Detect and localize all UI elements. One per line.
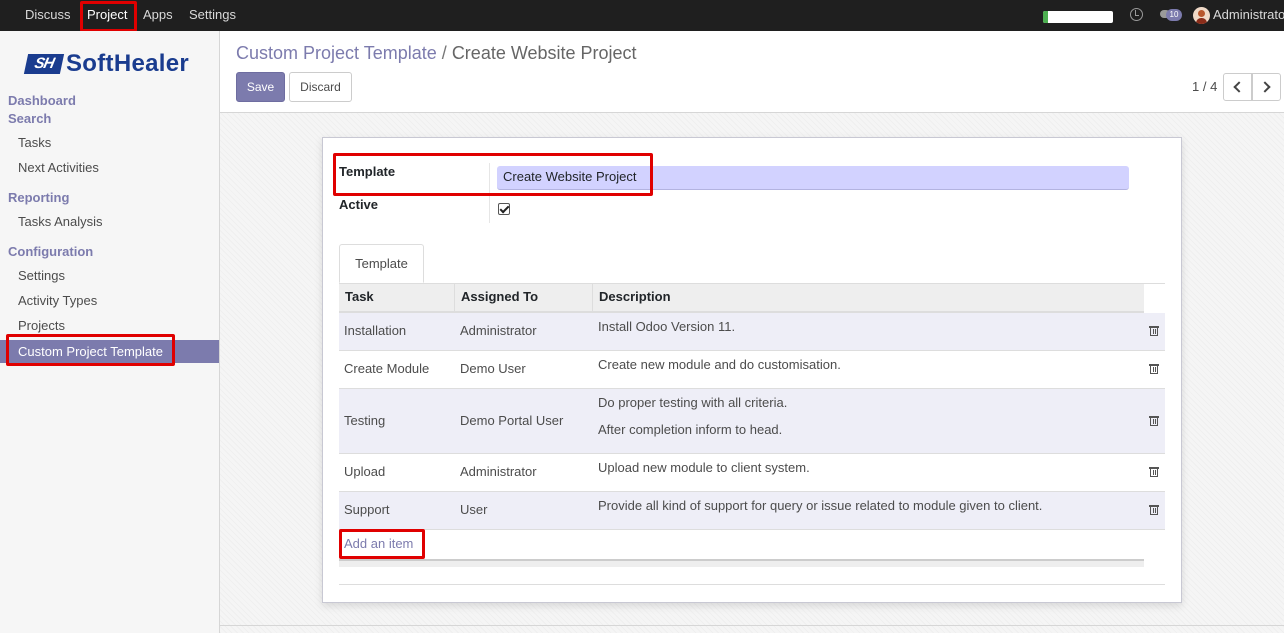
- description-cell-line-2: After completion inform to head.: [598, 422, 783, 437]
- description-cell: Install Odoo Version 11.: [598, 319, 736, 334]
- trash-icon[interactable]: [1149, 466, 1159, 477]
- assigned-cell: Demo Portal User: [460, 413, 564, 428]
- sidebar-section-search: Search: [8, 111, 52, 126]
- description-cell: Create new module and do customisation.: [598, 357, 841, 372]
- clock-icon[interactable]: [1130, 8, 1143, 21]
- progress-bar: [1043, 11, 1113, 23]
- trash-icon[interactable]: [1149, 504, 1159, 515]
- sidebar-item-settings[interactable]: Settings: [18, 268, 65, 283]
- sidebar-item-activity-types[interactable]: Activity Types: [18, 293, 97, 308]
- logo-text: SoftHealer: [66, 50, 190, 77]
- breadcrumb-parent[interactable]: Custom Project Template: [236, 43, 437, 63]
- softhealer-logo: SH SoftHealer: [23, 50, 190, 77]
- table-end-divider: [339, 584, 1165, 585]
- column-task[interactable]: Task: [339, 284, 455, 311]
- trash-icon[interactable]: [1149, 415, 1159, 426]
- assigned-cell: Demo User: [460, 361, 526, 376]
- progress-fill: [1043, 11, 1048, 23]
- chevron-left-icon: [1233, 81, 1245, 93]
- template-label: Template: [339, 164, 396, 179]
- table-row[interactable]: Upload Administrator Upload new module t…: [339, 454, 1165, 492]
- pager-next-button[interactable]: [1252, 73, 1281, 101]
- sidebar-item-tasks-analysis[interactable]: Tasks Analysis: [18, 214, 103, 229]
- table-footer: [339, 559, 1144, 567]
- sidebar-item-label: Custom Project Template: [18, 344, 163, 359]
- sidebar-item-tasks[interactable]: Tasks: [18, 135, 51, 150]
- sidebar: SH SoftHealer Dashboard Search Tasks Nex…: [0, 31, 220, 633]
- menu-apps[interactable]: Apps: [143, 0, 173, 31]
- table-row[interactable]: Installation Administrator Install Odoo …: [339, 313, 1165, 351]
- chevron-right-icon: [1259, 81, 1271, 93]
- menu-project[interactable]: Project: [87, 0, 127, 31]
- description-cell: Upload new module to client system.: [598, 460, 810, 475]
- menu-discuss[interactable]: Discuss: [25, 0, 71, 31]
- pager-previous-button[interactable]: [1223, 73, 1252, 101]
- breadcrumb: Custom Project Template / Create Website…: [236, 43, 637, 64]
- task-cell: Installation: [344, 323, 407, 338]
- table-header: Task Assigned To Description: [339, 284, 1144, 313]
- breadcrumb-current: Create Website Project: [451, 43, 637, 63]
- sidebar-item-projects[interactable]: Projects: [18, 318, 65, 333]
- column-description[interactable]: Description: [593, 284, 1144, 311]
- form-bottom-divider: [220, 625, 1284, 626]
- description-cell: Provide all kind of support for query or…: [598, 498, 1043, 513]
- notification-badge: 10: [1166, 9, 1182, 21]
- task-cell: Support: [344, 502, 390, 517]
- sidebar-item-next-activities[interactable]: Next Activities: [18, 160, 99, 175]
- description-cell: Do proper testing with all criteria.: [598, 395, 788, 410]
- add-item-link[interactable]: Add an item: [344, 536, 413, 551]
- task-cell: Upload: [344, 464, 386, 479]
- logo-mark: SH: [23, 54, 65, 74]
- sidebar-item-custom-project-template[interactable]: Custom Project Template: [0, 340, 219, 363]
- avatar[interactable]: [1193, 7, 1210, 24]
- pager-value[interactable]: 1 / 4: [1192, 79, 1217, 94]
- sidebar-section-reporting: Reporting: [8, 190, 70, 205]
- user-menu[interactable]: Administrator: [1213, 0, 1284, 31]
- trash-icon[interactable]: [1149, 363, 1159, 374]
- assigned-cell: Administrator: [460, 323, 537, 338]
- active-checkbox[interactable]: [498, 203, 510, 215]
- table-row[interactable]: Create Module Demo User Create new modul…: [339, 351, 1165, 389]
- task-cell: Create Module: [344, 361, 430, 376]
- template-name-input[interactable]: Create Website Project: [497, 166, 1129, 190]
- save-button[interactable]: Save: [236, 72, 285, 102]
- breadcrumb-separator: /: [441, 43, 447, 63]
- trash-icon[interactable]: [1149, 325, 1159, 336]
- table-row[interactable]: Testing Demo Portal User Do proper testi…: [339, 389, 1165, 454]
- tab-template[interactable]: Template: [339, 244, 424, 283]
- discard-button[interactable]: Discard: [289, 72, 352, 102]
- sidebar-section-configuration: Configuration: [8, 244, 94, 259]
- assigned-cell: User: [460, 502, 488, 517]
- sidebar-section-dashboard[interactable]: Dashboard: [8, 93, 76, 108]
- menu-settings[interactable]: Settings: [189, 0, 236, 31]
- active-label: Active: [339, 197, 379, 212]
- column-assigned-to[interactable]: Assigned To: [455, 284, 593, 311]
- label-separator: [489, 163, 490, 223]
- top-navbar: Discuss Project Apps Settings 10 Adminis…: [0, 0, 1284, 31]
- task-cell: Testing: [344, 413, 386, 428]
- table-row[interactable]: Support User Provide all kind of support…: [339, 492, 1165, 530]
- assigned-cell: Administrator: [460, 464, 537, 479]
